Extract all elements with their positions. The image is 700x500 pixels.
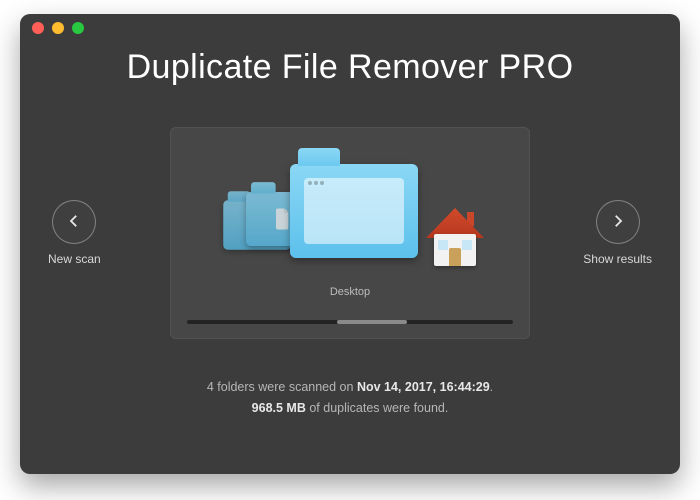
scan-summary: 4 folders were scanned on Nov 14, 2017, …	[20, 377, 680, 420]
summary-line2-suffix: of duplicates were found.	[306, 401, 448, 415]
new-scan-button[interactable]	[52, 200, 96, 244]
chevron-right-icon	[609, 212, 627, 233]
carousel-scrollbar[interactable]	[187, 320, 513, 324]
summary-prefix: 4 folders were scanned on	[207, 380, 357, 394]
carousel-item-stack[interactable]	[212, 174, 302, 274]
history-card: Desktop	[170, 127, 530, 339]
app-title: Duplicate File Remover PRO	[20, 48, 680, 87]
selected-folder-label: Desktop	[171, 286, 529, 298]
house-icon	[426, 208, 484, 266]
folder-carousel[interactable]	[171, 146, 529, 274]
new-scan-label: New scan	[48, 252, 101, 266]
minimize-icon[interactable]	[52, 22, 64, 34]
titlebar	[20, 14, 680, 42]
maximize-icon[interactable]	[72, 22, 84, 34]
summary-line-2: 968.5 MB of duplicates were found.	[20, 398, 680, 419]
show-results-label: Show results	[583, 252, 652, 266]
show-results-button[interactable]	[596, 200, 640, 244]
summary-timestamp: Nov 14, 2017, 16:44:29	[357, 380, 490, 394]
chevron-left-icon	[65, 212, 83, 233]
summary-size: 968.5 MB	[252, 401, 306, 415]
carousel-item-selected[interactable]	[290, 164, 420, 274]
nav-right: Show results	[583, 200, 652, 266]
content-area: New scan	[20, 113, 680, 353]
desktop-folder-icon	[290, 164, 418, 258]
carousel-item-home[interactable]	[426, 208, 488, 270]
summary-suffix: .	[490, 380, 493, 394]
close-icon[interactable]	[32, 22, 44, 34]
carousel-scroll-thumb[interactable]	[337, 320, 407, 324]
nav-left: New scan	[48, 200, 101, 266]
summary-line-1: 4 folders were scanned on Nov 14, 2017, …	[20, 377, 680, 398]
app-window: Duplicate File Remover PRO New scan	[20, 14, 680, 474]
